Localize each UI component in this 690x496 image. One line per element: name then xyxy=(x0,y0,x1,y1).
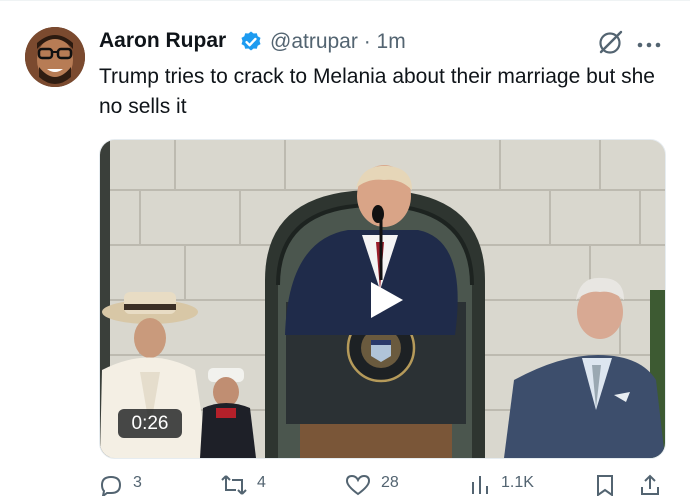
bookmark-icon xyxy=(597,475,613,496)
tweet-text: Trump tries to crack to Melania about th… xyxy=(99,65,655,118)
more-icon[interactable] xyxy=(637,40,661,49)
separator: · xyxy=(363,30,371,53)
like-icon xyxy=(345,474,371,496)
timestamp[interactable]: 1m xyxy=(377,30,406,53)
views-icon xyxy=(472,476,488,494)
author-name[interactable]: Aaron Rupar xyxy=(99,29,226,53)
author-handle-and-time[interactable]: @atrupar · 1m xyxy=(270,30,406,54)
verified-badge-icon xyxy=(241,31,261,51)
play-icon[interactable] xyxy=(369,280,405,320)
author-handle[interactable]: @atrupar xyxy=(270,30,358,53)
repost-count: 4 xyxy=(257,474,266,491)
share-icon xyxy=(641,474,659,495)
repost-button[interactable]: 4 xyxy=(221,474,266,496)
avatar[interactable] xyxy=(25,27,85,87)
reply-button[interactable]: 3 xyxy=(99,474,142,496)
views-button[interactable]: 1.1K xyxy=(469,474,534,496)
repost-icon xyxy=(221,475,247,495)
video-player[interactable] xyxy=(99,139,666,459)
reply-count: 3 xyxy=(133,474,142,491)
share-button[interactable] xyxy=(639,474,671,496)
top-divider xyxy=(0,0,690,1)
reply-icon xyxy=(100,475,122,496)
like-button[interactable]: 28 xyxy=(345,474,399,496)
like-count: 28 xyxy=(381,474,399,491)
action-bar: 3 4 28 1.1K xyxy=(99,474,669,496)
grok-icon[interactable] xyxy=(596,29,624,57)
video-duration: 0:26 xyxy=(118,409,182,438)
bookmark-button[interactable] xyxy=(594,474,626,496)
views-count: 1.1K xyxy=(501,474,534,491)
